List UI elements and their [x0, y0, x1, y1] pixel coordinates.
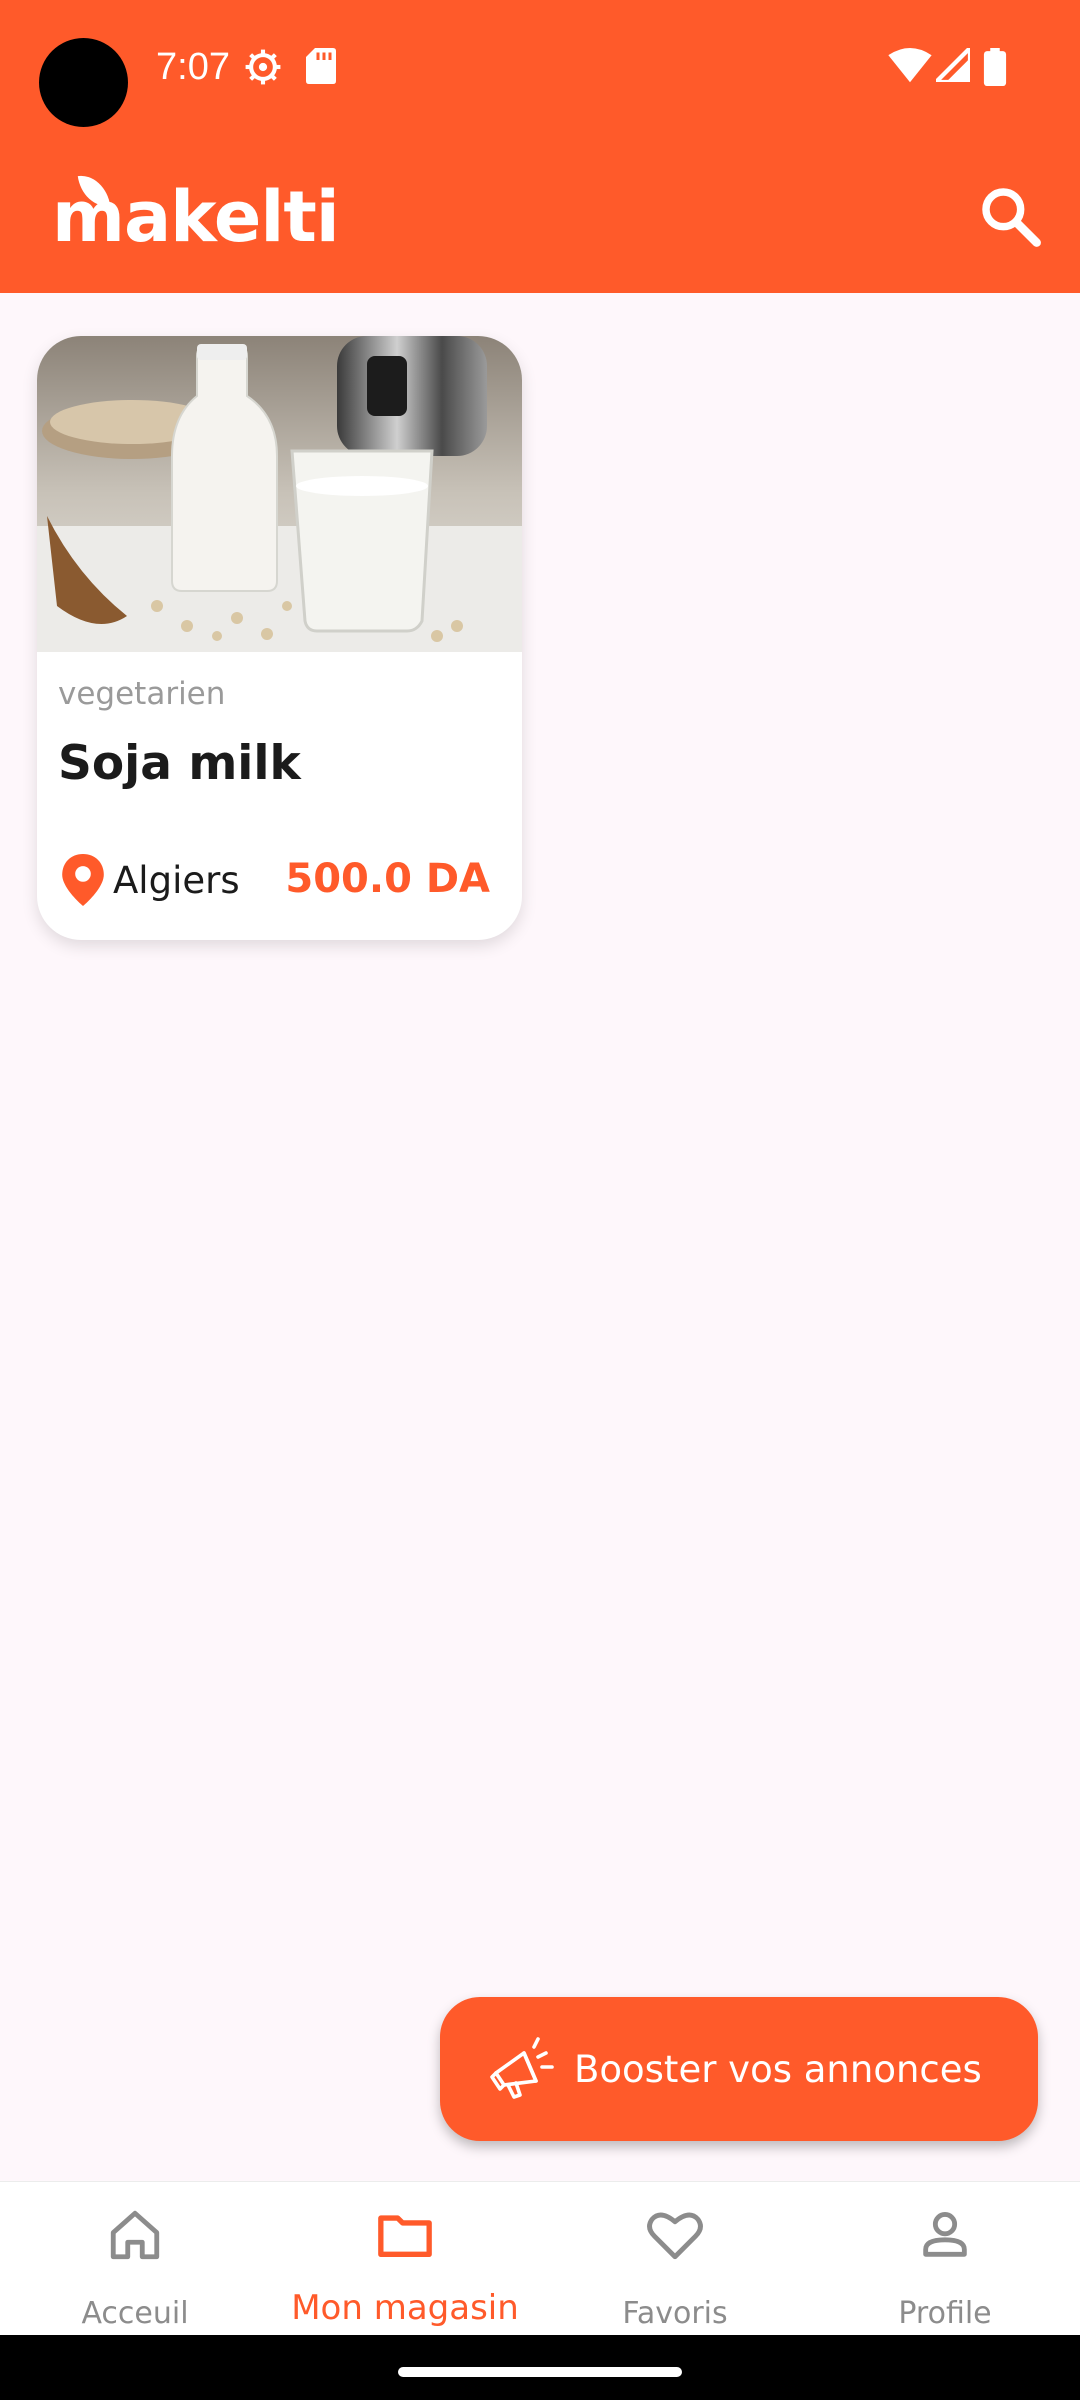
location-pin-icon	[62, 854, 104, 906]
soy-milk-photo	[37, 336, 522, 652]
status-time: 7:07	[156, 46, 230, 88]
store-listings: vegetarien Soja milk Algiers 500.0 DA	[0, 293, 1080, 2181]
nav-label-favoris: Favoris	[622, 2296, 728, 2331]
cellular-signal-icon	[936, 48, 970, 82]
search-icon[interactable]	[978, 184, 1042, 248]
nav-item-acceuil[interactable]: Acceuil	[0, 2182, 270, 2336]
battery-icon	[983, 48, 1007, 86]
listing-location: Algiers	[61, 854, 240, 906]
status-bar: 7:07	[0, 0, 1080, 136]
boost-ads-button[interactable]: Booster vos annonces	[440, 1997, 1038, 2141]
listing-image	[37, 336, 522, 652]
sd-card-icon	[306, 48, 336, 84]
home-indicator[interactable]	[398, 2367, 682, 2377]
camera-cutout	[39, 38, 128, 127]
nav-item-favoris[interactable]: Favoris	[540, 2182, 810, 2336]
boost-ads-label: Booster vos annonces	[574, 2047, 982, 2091]
wifi-icon	[888, 48, 932, 83]
listing-city: Algiers	[113, 858, 240, 902]
home-icon	[110, 2210, 160, 2260]
bottom-navigation: Acceuil Mon magasin Favoris Profile	[0, 2181, 1080, 2336]
listing-card[interactable]: vegetarien Soja milk Algiers 500.0 DA	[37, 336, 522, 940]
settings-gear-icon	[245, 49, 281, 85]
person-icon	[923, 2212, 967, 2257]
app-bar: makelti	[0, 136, 1080, 293]
listing-category: vegetarien	[58, 676, 226, 712]
folder-icon	[378, 2215, 432, 2257]
nav-label-profile: Profile	[898, 2296, 992, 2331]
nav-label-acceuil: Acceuil	[81, 2296, 189, 2331]
listing-price: 500.0 DA	[285, 856, 490, 902]
nav-item-profile[interactable]: Profile	[810, 2182, 1080, 2336]
listing-title: Soja milk	[58, 736, 301, 791]
heart-icon	[647, 2212, 703, 2260]
system-navigation-bar	[0, 2335, 1080, 2400]
megaphone-icon	[490, 2037, 554, 2099]
nav-label-mon-magasin: Mon magasin	[291, 2288, 519, 2328]
nav-item-mon-magasin[interactable]: Mon magasin	[270, 2182, 540, 2336]
